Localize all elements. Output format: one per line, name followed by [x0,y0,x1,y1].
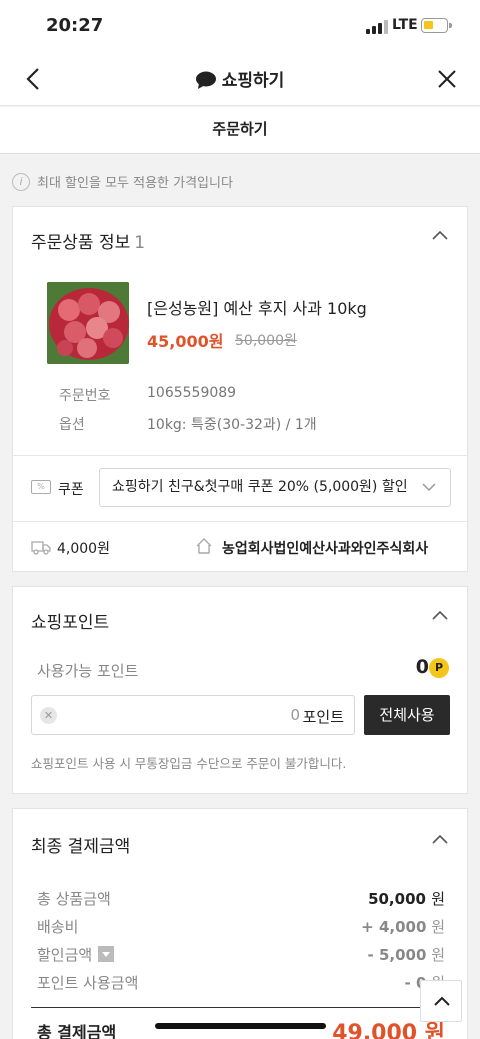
battery-icon [421,18,452,33]
signal-icon [366,20,388,34]
product-name[interactable]: [은성농원] 예산 후지 사과 10kg [147,295,367,319]
payment-summary-heading: 최종 결제금액 [31,837,131,857]
caret-down-icon[interactable] [98,946,115,962]
chevron-up-icon[interactable] [431,609,449,621]
network-label: LTE [392,17,418,33]
order-count: 1 [134,233,146,253]
order-number-label: 주문번호 [59,388,111,404]
option-label: 옵션 [59,417,85,433]
product-price: 45,000원 [147,332,224,351]
use-all-points-button[interactable]: 전체사용 [364,695,450,735]
page-subtitle: 주문하기 [0,107,480,154]
shipping-fee: 4,000원 [57,541,110,557]
chat-bubble-icon [195,71,216,89]
divider [13,455,467,456]
chevron-up-icon [434,996,450,1006]
points-note: 쇼핑포인트 사용 시 무통장입금 수단으로 주문이 불가합니다. [31,756,347,771]
coupon-label: 쿠폰 [58,482,84,498]
points-header[interactable]: 쇼핑포인트 [13,587,467,649]
summary-row-subtotal: 총 상품금액 50,000 원 [37,890,445,908]
summary-row-discount: 할인금액 - 5,000 원 [37,946,445,964]
coupon-selected-value: 쇼핑하기 친구&첫구매 쿠폰 20% (5,000원) 할인 [112,479,408,495]
divider [31,1007,449,1008]
price-notice-text: 최대 할인을 모두 적용한 가격입니다 [37,176,233,191]
total-label: 총 결제금액 [37,1023,117,1039]
summary-row-shipping: 배송비 + 4,000 원 [37,918,445,936]
points-input-value: 0 [290,706,300,724]
home-indicator[interactable] [155,1023,326,1029]
available-points-label: 사용가능 포인트 [37,662,139,680]
truck-icon [31,541,51,555]
home-icon [196,538,212,554]
order-info-card: 주문상품 정보 1 [은성농원] 예산 후지 사과 10kg 45,000원 50… [12,206,468,572]
order-info-heading: 주문상품 정보 1 [31,233,146,253]
coupon-icon: % [31,480,51,494]
price-notice: i 최대 할인을 모두 적용한 가격입니다 [12,172,233,191]
available-points-value: 0 [415,656,429,678]
summary-row-points: 포인트 사용금액 - 0 원 [37,974,445,992]
chevron-up-icon[interactable] [431,229,449,241]
info-icon: i [12,172,30,191]
nav-title-text: 쇼핑하기 [221,71,285,91]
close-icon[interactable] [432,64,462,94]
point-badge-icon: P [429,658,449,678]
status-time: 20:27 [46,15,104,36]
divider [13,521,467,522]
payment-summary-card: 최종 결제금액 총 상품금액 50,000 원 배송비 + 4,000 원 할인… [12,808,468,1039]
order-number: 1065559089 [147,385,237,401]
points-input[interactable]: ✕ 0 포인트 [31,695,355,735]
chevron-up-icon[interactable] [431,833,449,845]
coupon-select[interactable]: 쇼핑하기 친구&첫구매 쿠폰 20% (5,000원) 할인 [99,468,451,507]
product-thumbnail[interactable] [47,282,129,364]
nav-title: 쇼핑하기 [0,66,480,91]
payment-summary-header[interactable]: 최종 결제금액 [13,809,467,871]
chevron-down-icon [422,483,436,492]
points-input-unit: 포인트 [302,708,344,726]
scroll-to-top-button[interactable] [420,980,462,1022]
option-value: 10kg: 특중(30-32과) / 1개 [147,417,317,433]
points-heading: 쇼핑포인트 [31,613,110,633]
product-original-price: 50,000원 [235,333,297,349]
nav-bar: 쇼핑하기 [0,52,480,106]
status-bar: 20:27 LTE [0,0,480,52]
seller-name[interactable]: 농업회사법인예산사과와인주식회사 [222,538,428,558]
order-info-header[interactable]: 주문상품 정보 1 [13,207,467,269]
points-card: 쇼핑포인트 사용가능 포인트 0 P ✕ 0 포인트 전체사용 쇼핑포인트 사용… [12,586,468,794]
clear-icon[interactable]: ✕ [40,707,57,724]
